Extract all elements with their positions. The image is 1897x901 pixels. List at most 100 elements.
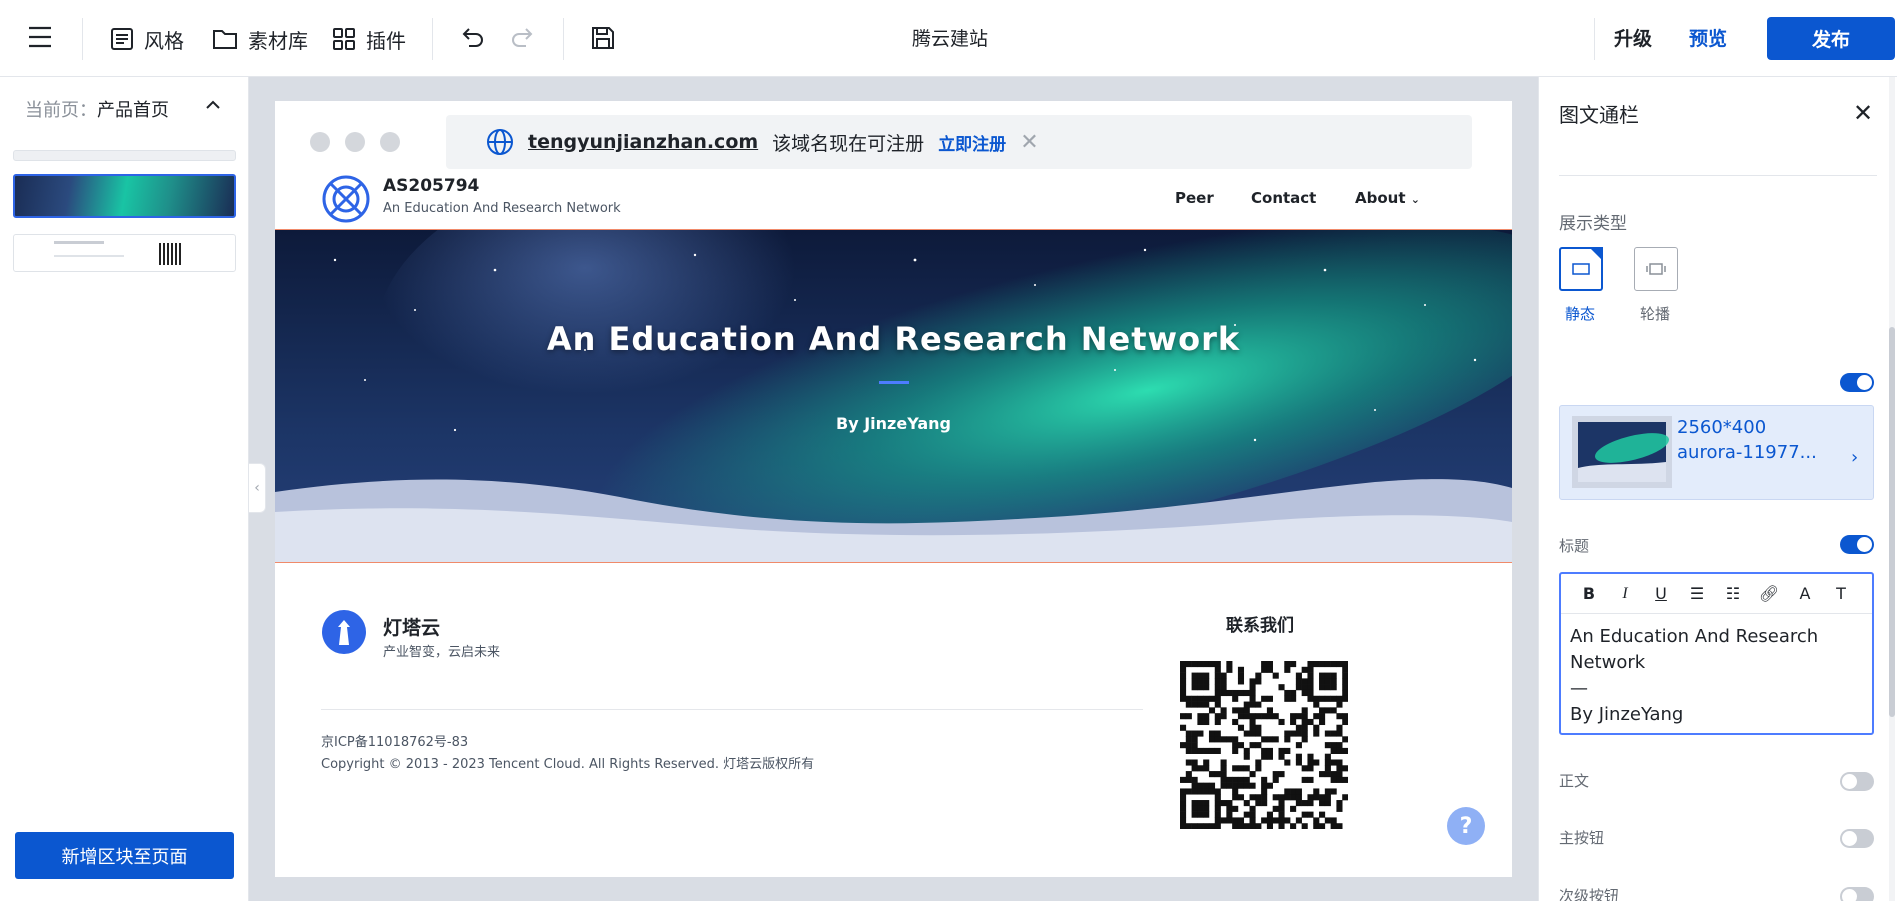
hero-divider — [879, 381, 909, 384]
collapse-panel-handle[interactable]: ‹ — [249, 463, 266, 513]
chevron-left-icon: ‹ — [254, 480, 260, 496]
chevron-up-icon[interactable] — [206, 100, 220, 109]
nav-link-about-label: About — [1355, 189, 1406, 207]
carousel-layout-icon — [1646, 263, 1666, 275]
underline-icon[interactable]: U — [1643, 584, 1679, 603]
image-filename: aurora-11977... — [1677, 442, 1817, 463]
display-type-carousel[interactable] — [1634, 247, 1678, 291]
nav-link-peer[interactable]: Peer — [1175, 189, 1214, 207]
nav-link-contact[interactable]: Contact — [1251, 189, 1316, 207]
style-icon — [111, 28, 133, 50]
block-thumbnail-header[interactable] — [13, 150, 236, 161]
chevron-down-icon: ⌄ — [1410, 193, 1420, 206]
image-size: 2560*400 — [1677, 417, 1767, 438]
footer-brand: 灯塔云 — [383, 617, 441, 639]
close-icon[interactable]: ✕ — [1853, 99, 1873, 127]
link-icon[interactable]: 🔗︎ — [1751, 584, 1787, 603]
ordered-list-icon[interactable]: ☰ — [1679, 584, 1715, 603]
register-domain-link[interactable]: 立即注册 — [938, 130, 1006, 155]
image-toggle[interactable] — [1840, 373, 1874, 392]
toolbar-divider — [432, 18, 433, 60]
footer-icp[interactable]: 京ICP备11018762号-83 — [321, 731, 468, 750]
toolbar-divider — [563, 18, 564, 60]
editor-toolbar: B I U ☰ ☷ 🔗︎ A T — [1561, 574, 1872, 614]
app-title: 腾云建站 — [911, 28, 988, 50]
secondary-button-toggle[interactable] — [1840, 887, 1874, 901]
preview-button[interactable]: 预览 — [1689, 24, 1727, 51]
domain-name[interactable]: tengyunjianzhan.com — [528, 131, 758, 153]
publish-button[interactable]: 发布 — [1767, 17, 1895, 60]
site-brand-title: AS205794 — [383, 176, 480, 196]
footer-divider — [321, 709, 1143, 710]
assets-button[interactable]: 素材库 — [212, 22, 308, 56]
italic-icon[interactable]: I — [1607, 585, 1643, 603]
style-label: 风格 — [144, 28, 184, 53]
current-page-name: 产品首页 — [97, 100, 169, 121]
site-logo-icon — [321, 174, 371, 224]
aurora-background-image — [275, 230, 1512, 562]
selected-corner-icon — [1589, 247, 1603, 261]
domain-banner: tengyunjianzhan.com 该域名现在可注册 立即注册 ✕ — [446, 115, 1472, 169]
site-brand-subtitle: An Education And Research Network — [383, 201, 621, 216]
heading-toggle[interactable] — [1840, 535, 1874, 554]
qr-code-image — [1180, 661, 1348, 829]
menu-icon[interactable] — [28, 26, 52, 48]
hero-title: An Education And Research Network — [546, 320, 1241, 358]
bold-icon[interactable]: B — [1571, 584, 1607, 603]
panel-divider — [1559, 175, 1877, 176]
plugins-button[interactable]: 插件 — [332, 22, 406, 56]
properties-panel: 图文通栏 ✕ 展示类型 静态 轮播 2560*400 aurora-11977.… — [1538, 77, 1897, 901]
block-thumbnail-hero[interactable] — [13, 174, 236, 218]
body-text-toggle[interactable] — [1840, 772, 1874, 791]
thumbnail-line — [54, 255, 124, 257]
nav-link-about[interactable]: About ⌄ — [1355, 189, 1420, 207]
bullet-list-icon[interactable]: ☷ — [1715, 584, 1751, 603]
thumbnail-line — [54, 241, 104, 244]
close-icon[interactable]: ✕ — [1020, 130, 1038, 155]
folder-icon — [213, 30, 237, 49]
help-button[interactable]: ? — [1447, 807, 1485, 845]
panel-scrollbar-thumb[interactable] — [1889, 327, 1895, 717]
font-color-icon[interactable]: A — [1787, 584, 1823, 603]
image-thumbnail — [1572, 416, 1672, 488]
hero-subtitle: By JinzeYang — [836, 414, 951, 433]
undo-icon[interactable] — [461, 27, 485, 49]
footer-slogan: 产业智变，云启未来 — [383, 645, 501, 660]
grid-icon — [333, 28, 355, 50]
style-button[interactable]: 风格 — [110, 22, 184, 56]
browser-window-dots — [310, 132, 415, 156]
display-type-carousel-label: 轮播 — [1640, 305, 1671, 323]
display-type-static[interactable] — [1559, 247, 1603, 291]
editor-content[interactable]: An Education And Research Network — By J… — [1570, 624, 1860, 728]
redo-icon[interactable] — [510, 27, 534, 49]
display-type-static-label: 静态 — [1565, 305, 1596, 323]
panel-title: 图文通栏 — [1559, 103, 1639, 127]
toolbar-divider — [82, 18, 83, 60]
chevron-right-icon[interactable]: › — [1851, 447, 1858, 468]
save-icon[interactable] — [591, 26, 615, 50]
page-canvas: tengyunjianzhan.com 该域名现在可注册 立即注册 ✕ AS20… — [275, 101, 1512, 877]
globe-icon — [487, 129, 513, 155]
toolbar-divider — [1594, 18, 1595, 60]
hero-banner[interactable]: An Education And Research Network By Jin… — [275, 229, 1512, 563]
footer-copyright: Copyright © 2013 - 2023 Tencent Cloud. A… — [321, 757, 815, 772]
static-layout-icon — [1572, 263, 1590, 275]
top-toolbar: 风格 素材库 插件 腾云建站 升级 预览 发布 — [0, 0, 1897, 77]
domain-status: 该域名现在可注册 — [772, 132, 925, 155]
block-thumbnail-footer[interactable] — [13, 234, 236, 272]
primary-button-label: 主按钮 — [1559, 829, 1605, 847]
assets-label: 素材库 — [248, 28, 308, 53]
current-page-prefix: 当前页： — [25, 100, 97, 121]
qr-thumbnail — [159, 243, 181, 265]
upgrade-button[interactable]: 升级 — [1614, 24, 1652, 51]
secondary-button-label: 次级按钮 — [1559, 887, 1620, 901]
rich-text-editor[interactable]: B I U ☰ ☷ 🔗︎ A T An Education And Resear… — [1559, 572, 1874, 735]
font-size-icon[interactable]: T — [1823, 584, 1859, 603]
current-page-selector[interactable]: 当前页：产品首页 — [25, 96, 169, 122]
contact-title: 联系我们 — [1226, 616, 1294, 636]
display-type-label: 展示类型 — [1559, 214, 1627, 234]
add-block-button[interactable]: 新增区块至页面 — [15, 832, 234, 879]
primary-button-toggle[interactable] — [1840, 829, 1874, 848]
body-text-label: 正文 — [1559, 772, 1590, 790]
lighthouse-logo-icon — [321, 609, 367, 655]
